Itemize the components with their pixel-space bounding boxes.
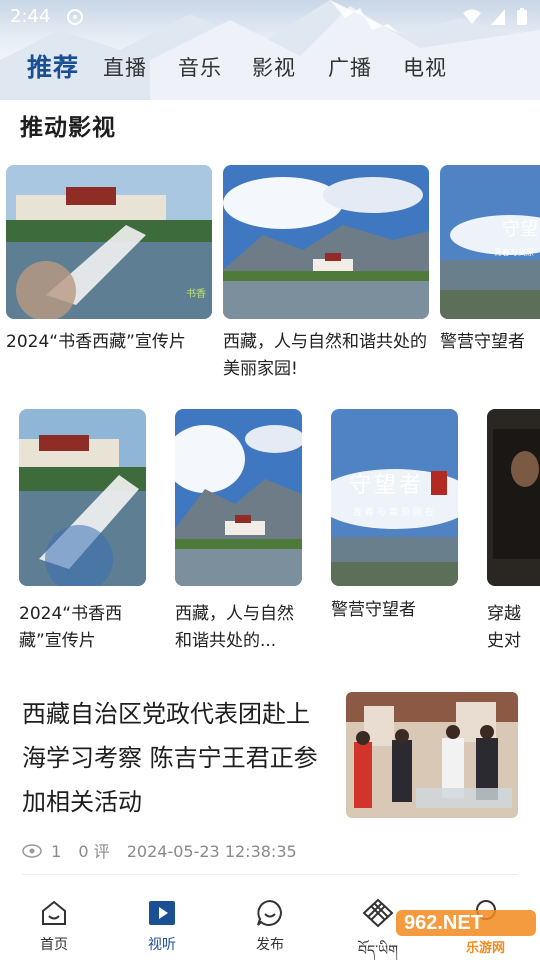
tab-live[interactable]: 直播 xyxy=(103,52,147,82)
video-thumbnail: 书香 xyxy=(6,165,212,319)
thumbnail-overlay-subtitle: 青春与高原同在 xyxy=(353,508,438,518)
video-card[interactable]: 穿越史对 xyxy=(487,409,540,659)
wifi-icon xyxy=(462,8,482,30)
tab-tv[interactable]: 电视 xyxy=(403,52,447,82)
home-icon xyxy=(42,900,66,925)
video-thumbnail xyxy=(487,409,540,586)
nav-media[interactable]: 视听 xyxy=(117,898,207,954)
watermark-text: 962.NET xyxy=(404,912,483,934)
video-thumbnail: 守望 青春与高原 xyxy=(440,165,540,319)
svg-text:守望: 守望 xyxy=(502,219,538,240)
status-bar: 2:44 xyxy=(0,0,540,34)
nav-media-label: 视听 xyxy=(148,937,176,953)
card-title: 2024“书香西藏”宣传片 xyxy=(19,604,123,651)
card-title: 2024“书香西藏”宣传片 xyxy=(6,332,186,352)
video-card[interactable]: 西藏，人与自然和谐共处的... xyxy=(175,409,303,659)
battery-icon xyxy=(516,8,528,30)
video-thumbnail xyxy=(223,165,429,319)
video-thumbnail xyxy=(175,409,302,586)
knot-icon xyxy=(362,898,394,928)
eye-icon xyxy=(22,842,47,861)
play-icon xyxy=(149,901,175,925)
view-count: 1 xyxy=(51,842,62,861)
nav-publish-label: 发布 xyxy=(256,937,284,953)
nav-publish[interactable]: 发布 xyxy=(225,898,315,954)
tab-recommend[interactable]: 推荐 xyxy=(27,48,79,84)
svg-text:书香: 书香 xyxy=(186,288,206,300)
news-date: 2024-05-23 12:38:35 xyxy=(126,842,297,861)
card-title: 西藏，人与自然和谐共处的... xyxy=(175,604,294,651)
comment-count: 0 评 xyxy=(78,842,110,861)
status-time: 2:44 xyxy=(10,6,51,27)
card-title: 穿越史对 xyxy=(487,604,521,651)
video-thumbnail xyxy=(19,409,146,586)
news-meta: 1 0 评 2024-05-23 12:38:35 xyxy=(22,838,309,862)
svg-text:青春与高原: 青春与高原 xyxy=(494,247,534,257)
site-watermark: 962.NET 乐游网 xyxy=(396,906,536,956)
nav-home-label: 首页 xyxy=(40,937,68,953)
card-title: 警营守望者 xyxy=(440,332,525,352)
channel-tabs: 推荐 直播 音乐 影视 广播 电视 xyxy=(0,48,540,88)
video-card[interactable]: 守望 青春与高原 警营守望者 xyxy=(440,165,540,355)
header: 2:44 推荐 直播 音乐 影视 广播 电视 xyxy=(0,0,540,100)
tab-film[interactable]: 影视 xyxy=(252,52,296,82)
news-title[interactable]: 西藏自治区党政代表团赴上海学习考察 陈吉宁王君正参加相关活动 xyxy=(22,692,322,824)
video-card[interactable]: 2024“书香西藏”宣传片 xyxy=(19,409,147,659)
video-card[interactable]: 西藏，人与自然和谐共处的美丽家园! xyxy=(223,165,429,385)
notification-icon xyxy=(66,8,84,30)
card-title: 警营守望者 xyxy=(331,600,416,620)
video-card[interactable]: 书香 2024“书香西藏”宣传片 xyxy=(6,165,212,355)
thumbnail-overlay-title: 守望者 xyxy=(349,473,425,498)
divider xyxy=(22,874,518,875)
tab-radio[interactable]: 广播 xyxy=(328,52,372,82)
section-title: 推动影视 xyxy=(20,115,116,141)
card-title: 西藏，人与自然和谐共处的美丽家园! xyxy=(223,332,427,379)
chat-icon xyxy=(257,899,282,926)
signal-icon xyxy=(490,8,506,30)
news-photo[interactable] xyxy=(346,692,518,818)
watermark-sub: 乐游网 xyxy=(466,941,506,956)
tab-music[interactable]: 音乐 xyxy=(178,52,222,82)
video-card[interactable]: 守望者 青春与高原同在 警营守望者 xyxy=(331,409,459,659)
nav-home[interactable]: 首页 xyxy=(9,898,99,954)
